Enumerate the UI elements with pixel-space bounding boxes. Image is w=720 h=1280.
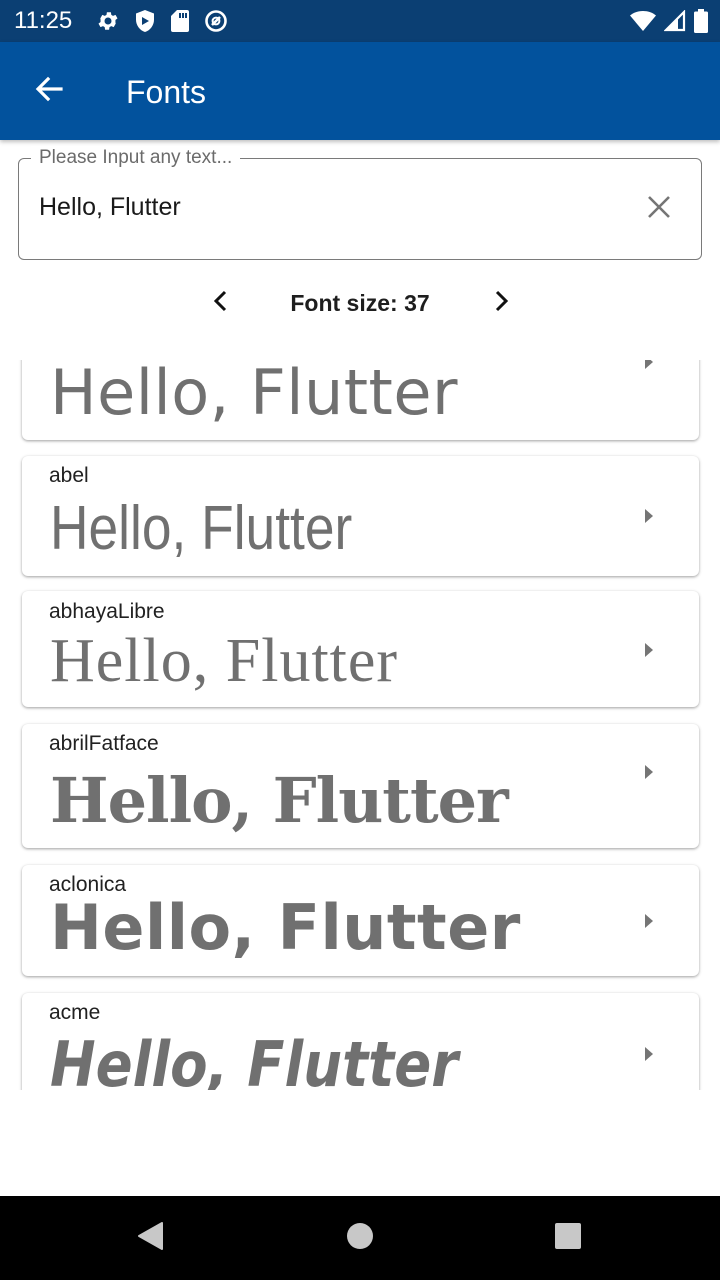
settings-icon [96, 9, 120, 33]
chevron-left-icon [212, 290, 230, 317]
font-name: abhayaLibre [49, 600, 165, 623]
recents-square-icon [554, 1222, 582, 1255]
nav-back-button[interactable] [128, 1216, 172, 1260]
font-name: acme [49, 1001, 101, 1024]
text-input-field[interactable]: Please Input any text... [18, 146, 702, 260]
back-triangle-icon [136, 1221, 164, 1256]
arrow-back-icon [33, 73, 65, 110]
font-sample: Hello, Flutter [50, 764, 509, 837]
font-sample: Hello, Flutter [50, 360, 459, 429]
font-name: abrilFatface [49, 732, 159, 755]
status-icons-left [96, 9, 228, 33]
font-card-abel[interactable]: abel Hello, Flutter [22, 456, 699, 576]
status-time: 11:25 [14, 7, 73, 34]
close-icon [646, 194, 672, 225]
font-sample: Hello, Flutter [50, 627, 399, 695]
app-bar: Fonts [0, 42, 720, 140]
arrow-right-icon [639, 638, 659, 662]
arrow-right-icon [639, 760, 659, 784]
arrow-right-icon [639, 909, 659, 933]
shield-icon [134, 9, 156, 33]
wifi-icon [630, 10, 656, 32]
font-card-abrilFatface[interactable]: abrilFatface Hello, Flutter [22, 724, 699, 848]
nav-home-button[interactable] [338, 1216, 382, 1260]
decrease-font-size-button[interactable] [196, 278, 246, 328]
text-input[interactable] [39, 191, 619, 223]
text-input-label: Please Input any text... [31, 146, 241, 170]
page-title: Fonts [126, 74, 207, 110]
do-not-disturb-icon [204, 9, 228, 33]
arrow-right-icon [639, 360, 659, 374]
status-bar: 11:25 [0, 0, 720, 42]
font-sample: Hello, Flutter [50, 494, 353, 563]
back-button[interactable] [22, 64, 76, 118]
system-nav-bar [0, 1196, 720, 1280]
font-sample: Hello, Flutter [50, 1028, 459, 1091]
font-size-label: Font size: 37 [290, 290, 430, 316]
font-card-abhayaLibre[interactable]: abhayaLibre Hello, Flutter [22, 591, 699, 707]
font-name: abel [49, 464, 89, 487]
arrow-right-icon [639, 504, 659, 528]
increase-font-size-button[interactable] [476, 278, 526, 328]
sd-card-icon [170, 9, 190, 33]
chevron-right-icon [492, 290, 510, 317]
signal-icon [664, 10, 686, 32]
arrow-right-icon [639, 1042, 659, 1066]
nav-recents-button[interactable] [546, 1216, 590, 1260]
font-size-stepper: Font size: 37 [0, 278, 720, 328]
font-card-default[interactable]: Hello, Flutter [22, 360, 699, 440]
status-icons-right [630, 8, 708, 34]
home-circle-icon [346, 1222, 374, 1255]
font-card-aclonica[interactable]: aclonica Hello, Flutter [22, 865, 699, 976]
font-sample: Hello, Flutter [50, 891, 521, 964]
battery-icon [694, 9, 708, 33]
font-card-acme[interactable]: acme Hello, Flutter [22, 993, 699, 1090]
clear-button[interactable] [639, 189, 679, 229]
font-list[interactable]: Hello, Flutter abel Hello, Flutter abhay… [0, 360, 720, 1090]
